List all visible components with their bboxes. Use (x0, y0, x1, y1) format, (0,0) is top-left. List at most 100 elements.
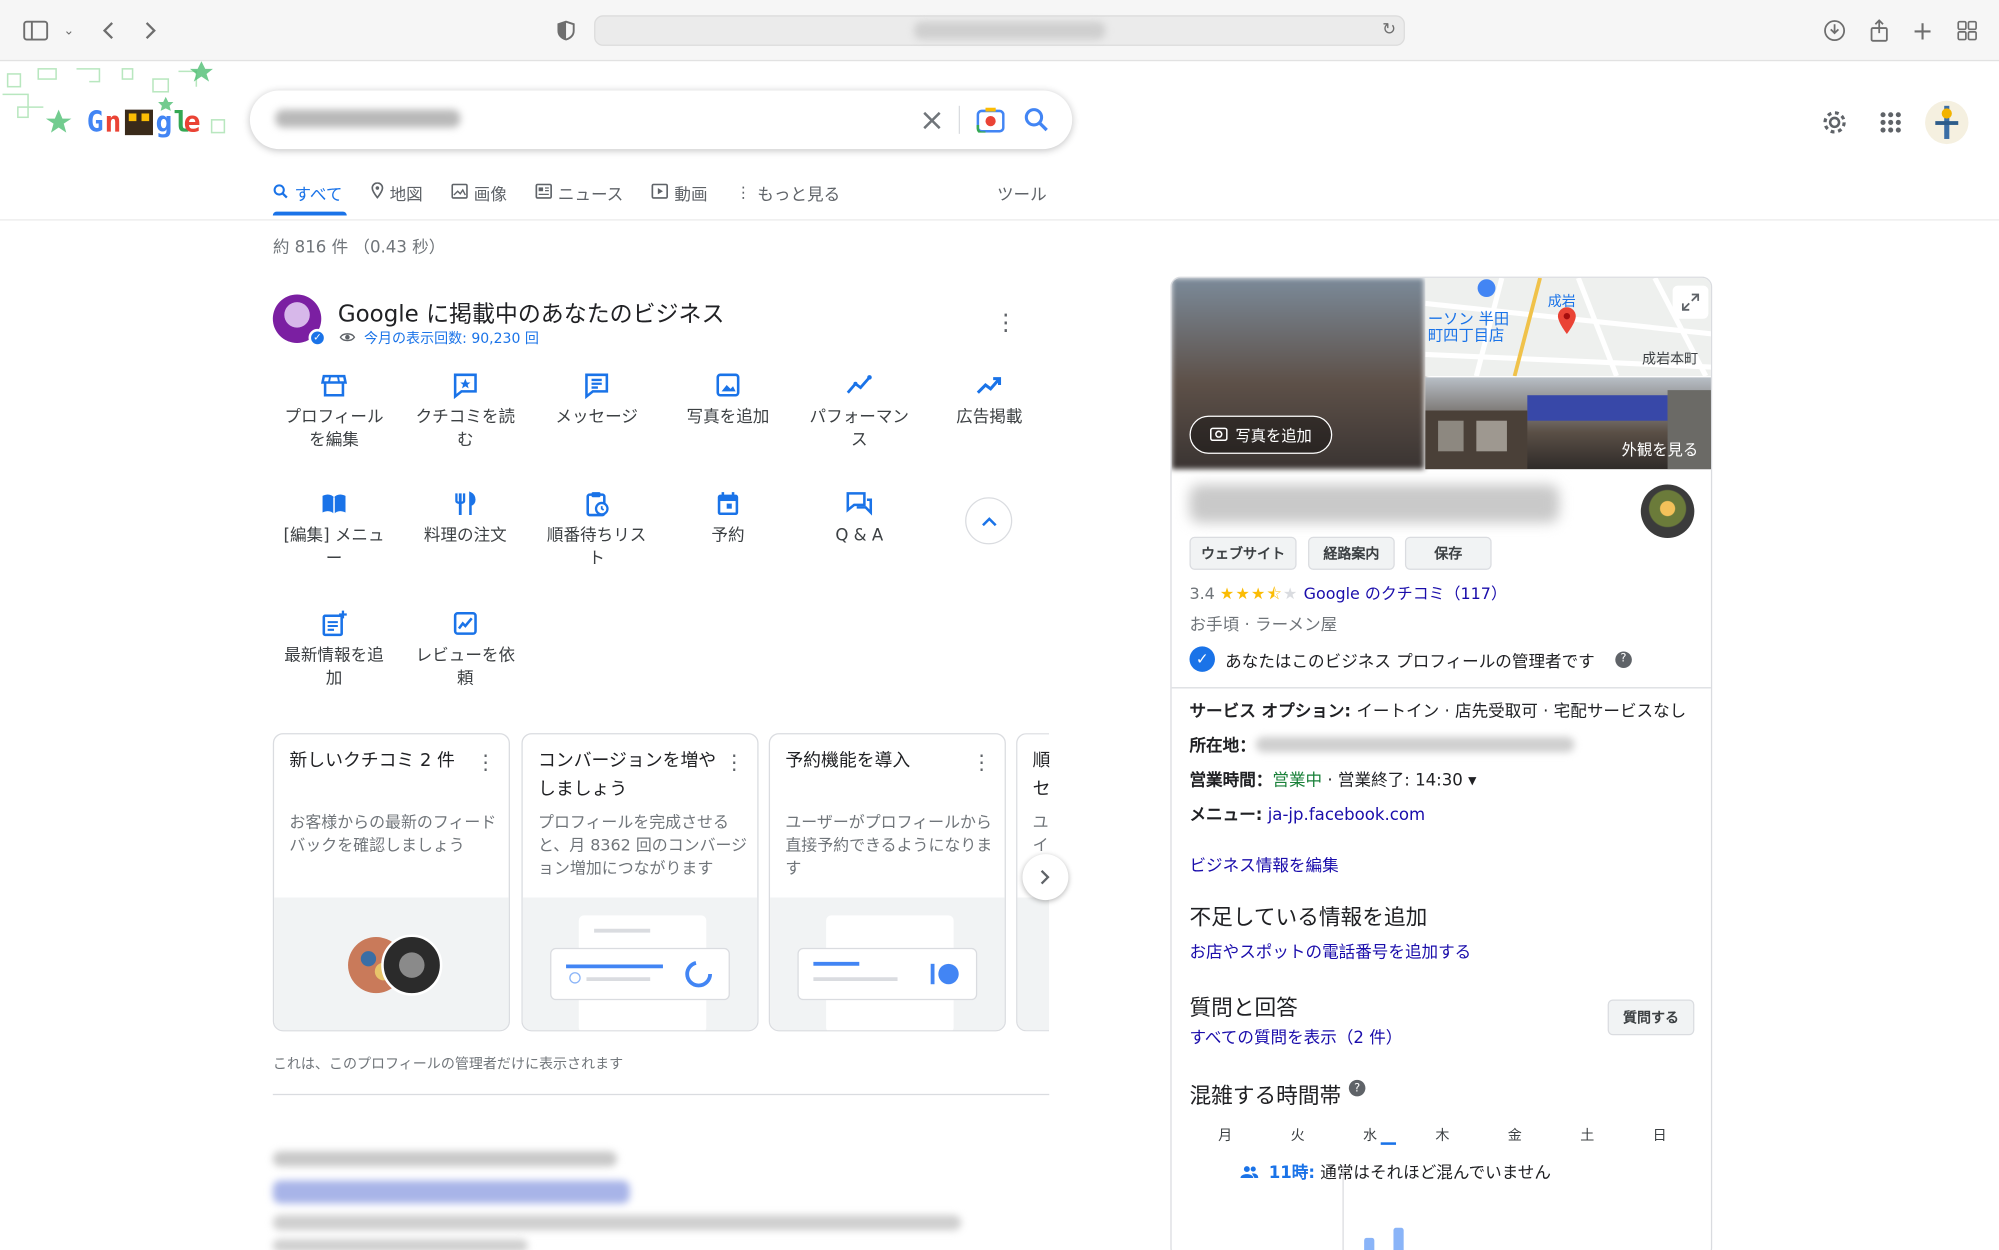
trend-icon (975, 371, 1003, 399)
settings-gear-icon[interactable] (1818, 106, 1851, 139)
tab-more[interactable]: ⋮ もっと見る (736, 178, 841, 206)
action-label: メッセージ (555, 407, 638, 428)
action-trend[interactable]: 広告掲載 (928, 371, 1050, 430)
action-menu-book[interactable]: [編集] メニュ ー (273, 490, 395, 572)
star-rating-icon: ★★★⯪★ (1219, 583, 1299, 604)
more-vert-icon[interactable]: ⋮ (476, 750, 496, 774)
svg-text:e: e (184, 105, 201, 138)
day-tab[interactable]: 火 (1278, 1124, 1316, 1144)
more-vert-icon[interactable]: ⋮ (971, 750, 991, 774)
monthly-views[interactable]: 今月の表示回数: 90,230 回 (339, 328, 539, 348)
map-label: 成岩 (1548, 294, 1576, 310)
business-thumbnail[interactable] (1640, 484, 1695, 539)
qa-icon (845, 490, 873, 518)
apps-grid-icon[interactable] (1874, 106, 1907, 139)
tab-videos[interactable]: 動画 (651, 178, 708, 206)
more-vert-icon[interactable]: ⋮ (724, 750, 744, 774)
camera-lens-icon[interactable] (974, 105, 1007, 136)
card-new-reviews[interactable]: 新しいクチコミ 2 件 ⋮ お客様からの最新のフィードバックを確認しましょう (272, 733, 510, 1032)
divider (958, 105, 960, 134)
download-icon[interactable] (1819, 15, 1850, 46)
current-time-line (1342, 1166, 1344, 1250)
next-chevron-icon[interactable] (1022, 854, 1069, 901)
card-conversions[interactable]: コンバージョンを増やしましょう ⋮ プロフィールを完成させると、月 8362 回… (521, 733, 759, 1032)
action-request-review[interactable]: レビューを依 頼 (404, 609, 526, 691)
privacy-shield-icon[interactable] (551, 15, 582, 46)
rating-value: 3.4 (1189, 583, 1215, 604)
reload-icon[interactable]: ↻ (1382, 20, 1396, 39)
card-booking[interactable]: 予約機能を導入 ⋮ ユーザーがプロフィールから直接予約できるようになります (768, 733, 1006, 1032)
address-bar[interactable]: ↻ (594, 15, 1405, 46)
action-calendar[interactable]: 予約 (667, 490, 789, 549)
card-illustration (274, 897, 509, 1031)
forward-icon[interactable] (135, 15, 166, 46)
browser-toolbar: ⌄ ↻ + (0, 0, 1999, 62)
video-icon (651, 183, 668, 202)
all-questions-link[interactable]: すべての質問を表示（2 件） (1189, 1024, 1402, 1048)
ask-question-button[interactable]: 質問する (1607, 999, 1695, 1036)
help-icon[interactable]: ? (1615, 650, 1632, 668)
action-review[interactable]: クチコミを読 む (404, 371, 526, 453)
calendar-icon (714, 490, 742, 518)
action-post-add[interactable]: 最新情報を追 加 (273, 609, 395, 691)
action-store[interactable]: プロフィール を編集 (273, 371, 395, 453)
account-avatar[interactable] (1925, 100, 1969, 145)
action-photo[interactable]: 写真を追加 (667, 371, 789, 430)
popular-times-bar[interactable] (1393, 1227, 1404, 1250)
share-icon[interactable] (1864, 15, 1895, 46)
action-message[interactable]: メッセージ (535, 371, 657, 430)
search-box[interactable]: × (249, 90, 1073, 150)
back-icon[interactable] (93, 15, 124, 46)
day-tab[interactable]: 金 (1496, 1124, 1534, 1144)
popular-times-heading: 混雑する時間帯? (1189, 1077, 1366, 1109)
result-url-blurred[interactable] (272, 1151, 618, 1167)
tab-news[interactable]: ニュース (535, 178, 623, 206)
result-snippet-blurred (272, 1239, 528, 1250)
search-icon[interactable] (1020, 105, 1053, 136)
day-tab[interactable]: 土 (1568, 1124, 1606, 1144)
tab-all[interactable]: すべて (273, 178, 342, 206)
tools-button[interactable]: ツール (997, 181, 1047, 205)
expand-icon[interactable] (1672, 285, 1709, 319)
tab-images[interactable]: 画像 (450, 178, 507, 206)
day-tab[interactable]: 月 (1206, 1124, 1244, 1144)
action-qa[interactable]: Q & A (798, 490, 920, 549)
day-tab[interactable]: 木 (1423, 1124, 1461, 1144)
save-button[interactable]: 保存 (1404, 536, 1492, 570)
website-button[interactable]: ウェブサイト (1189, 536, 1297, 570)
active-tab-indicator (272, 211, 347, 216)
menu-link[interactable]: ja-jp.facebook.com (1268, 806, 1426, 825)
tab-overview-icon[interactable] (1952, 15, 1983, 46)
service-options-row: サービス オプション: イートイン · 店先受取可 · 宅配サービスなし (1189, 702, 1687, 722)
url-text-blurred (914, 21, 1106, 40)
reviews-link[interactable]: Google のクチコミ（117） (1304, 584, 1507, 603)
action-utensils[interactable]: 料理の注文 (404, 490, 526, 549)
see-outside-link[interactable]: 外観を見る (1622, 439, 1699, 461)
collapse-chevron-up-icon[interactable] (965, 497, 1013, 545)
day-tab[interactable]: 日 (1641, 1124, 1679, 1144)
action-waitlist[interactable]: 順番待ちリス ト (535, 490, 657, 572)
popular-times-bar[interactable] (1364, 1237, 1375, 1250)
add-phone-link[interactable]: お店やスポットの電話番号を追加する (1189, 938, 1471, 962)
edit-business-info-link[interactable]: ビジネス情報を編集 (1189, 852, 1338, 876)
result-title-blurred[interactable] (272, 1180, 630, 1204)
chevron-down-icon[interactable]: ⌄ (54, 15, 85, 46)
menu-row: メニュー: ja-jp.facebook.com (1189, 805, 1426, 825)
card-body: お客様からの最新のフィードバックを確認しましょう (289, 812, 497, 855)
search-query-blurred[interactable] (275, 109, 461, 128)
map-thumbnail[interactable]: ーソン 半田 町四丁目店 成岩 成岩本町 (1425, 277, 1711, 378)
new-tab-icon[interactable]: + (1907, 15, 1938, 46)
directions-button[interactable]: 経路案内 (1308, 536, 1395, 570)
add-photo-button[interactable]: 写真を追加 (1189, 415, 1333, 454)
tab-maps[interactable]: 地図 (370, 178, 423, 206)
action-label: [編集] メニュ ー (283, 526, 385, 569)
google-doodle-logo[interactable]: G n g l e (0, 61, 232, 153)
business-avatar: ✓ (272, 294, 327, 347)
hours-row[interactable]: 営業時間：営業中 · 営業終了: 14:30 ▾ (1189, 766, 1476, 790)
sidebar-toggle-icon[interactable] (20, 15, 51, 46)
map-label: 成岩本町 (1642, 351, 1698, 367)
action-performance[interactable]: パフォーマン ス (798, 371, 920, 453)
help-icon[interactable]: ? (1348, 1079, 1366, 1097)
more-options-icon[interactable]: ⋮ (994, 310, 1017, 337)
clear-icon[interactable]: × (915, 102, 948, 138)
